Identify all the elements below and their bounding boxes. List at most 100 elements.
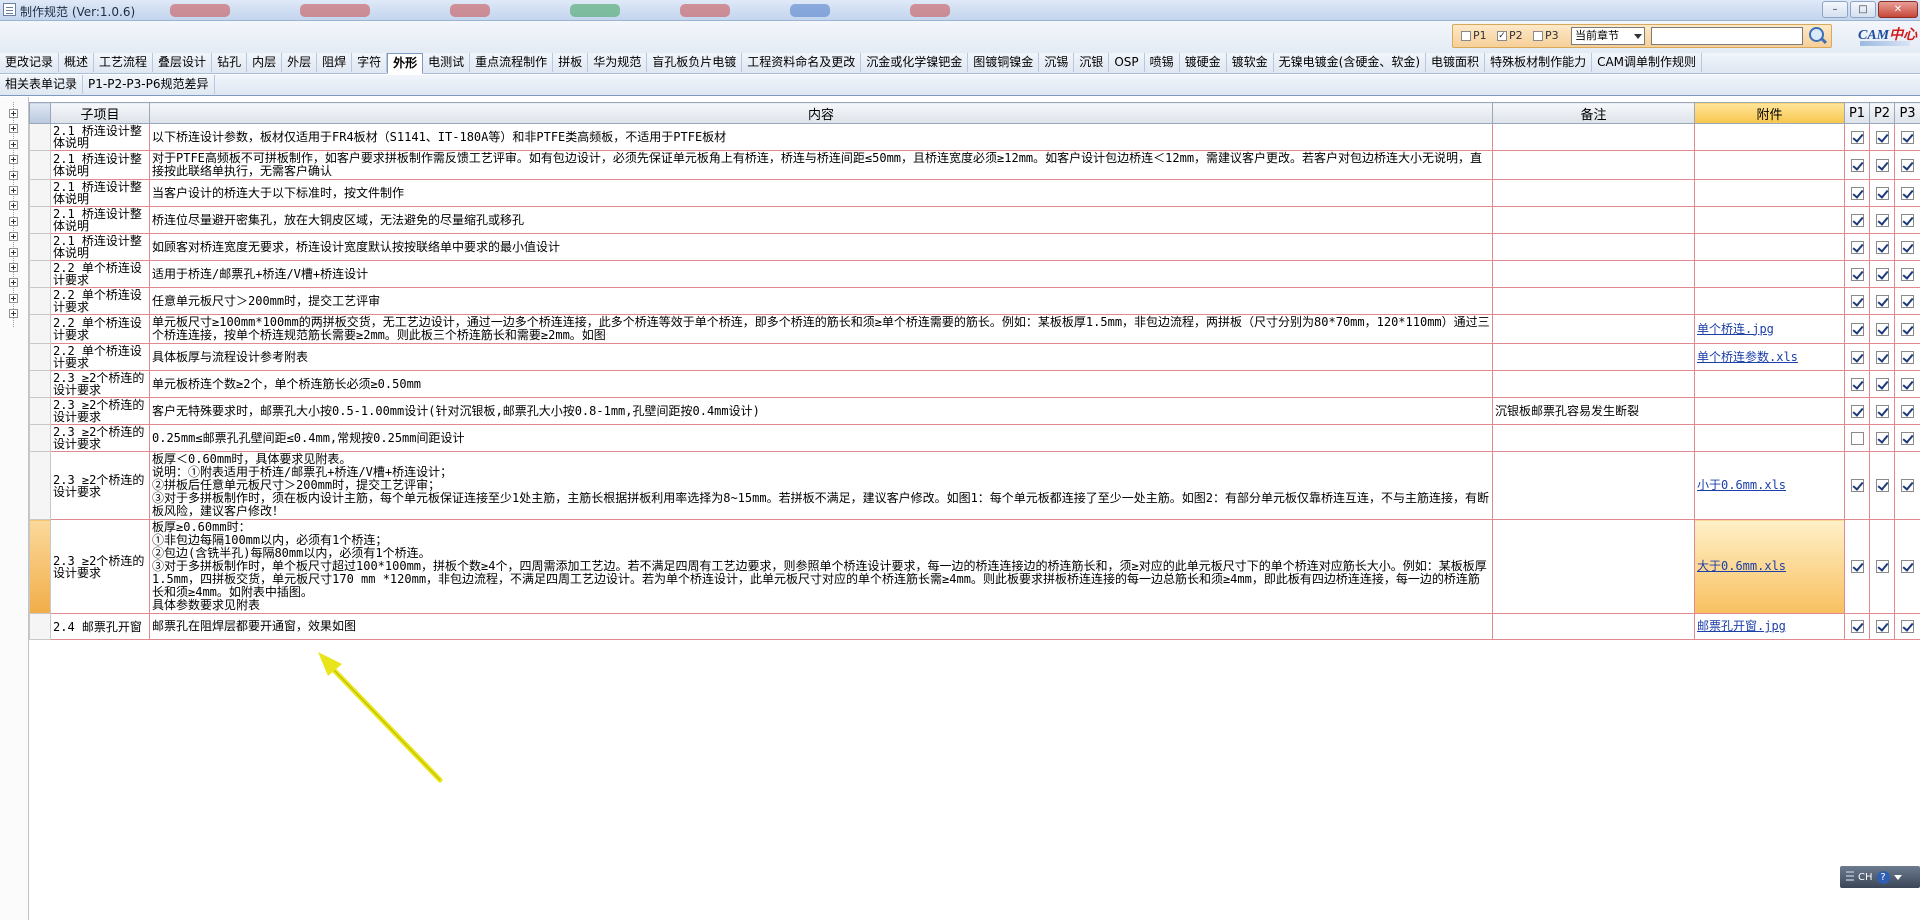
p3-checkbox[interactable] [1901,130,1914,144]
expand-icon[interactable] [9,293,18,303]
p1-checkbox[interactable] [1850,186,1864,200]
p1-filter[interactable]: P1 [1461,29,1487,42]
tab-1[interactable]: 概述 [59,53,95,72]
tab-5[interactable]: 内层 [247,53,283,72]
expand-icon[interactable] [9,186,18,195]
p3-checkbox[interactable] [1901,560,1914,573]
p3-checkbox[interactable] [1901,322,1914,336]
col-header-item[interactable]: 子项目 [50,102,150,124]
p3-checkbox[interactable] [1901,479,1914,492]
expand-icon[interactable] [9,278,18,288]
expand-icon[interactable] [9,247,18,257]
p3-checkbox[interactable] [1901,213,1914,227]
expand-icon[interactable] [9,309,18,319]
tab-7[interactable]: 阻焊 [317,53,353,72]
p3-checkbox[interactable] [1901,377,1914,391]
expand-icon[interactable] [9,201,18,211]
table-row[interactable]: 2.2 单个桥连设计要求 任意单元板尺寸＞200mm时，提交工艺评审 [29,287,1920,315]
tab-secondary-0[interactable]: 相关表单记录 [0,75,84,94]
p3-checkbox[interactable] [1901,186,1914,200]
col-header-content[interactable]: 内容 [149,102,1493,124]
cell-p2[interactable] [1869,613,1895,640]
p2-checkbox[interactable] [1875,377,1889,391]
tab-19[interactable]: 沉银 [1074,53,1110,72]
p2-checkbox[interactable] [1875,186,1889,200]
scope-select[interactable]: 当前章节 [1571,27,1645,45]
cell-p3[interactable] [1894,179,1920,207]
cell-p3[interactable] [1894,287,1920,315]
cell-attach[interactable]: 小于0.6mm.xls [1694,451,1845,520]
cell-attach[interactable]: 邮票孔开窗.jpg [1694,613,1845,640]
p2-checkbox[interactable] [1875,560,1889,573]
p2-checkbox[interactable] [1875,322,1889,336]
tab-22[interactable]: 镀硬金 [1180,53,1227,72]
expand-icon[interactable] [9,170,18,180]
p3-checkbox[interactable] [1901,404,1914,418]
cell-p2[interactable] [1869,451,1895,520]
cell-p3[interactable] [1894,206,1920,234]
cell-p3[interactable] [1894,519,1920,614]
cell-p1[interactable] [1844,287,1870,315]
table-row[interactable]: 2.2 单个桥连设计要求 具体板厚与流程设计参考附表 单个桥连参数.xls [29,343,1920,371]
cell-p2[interactable] [1869,424,1895,452]
row-selector[interactable] [29,397,51,425]
tab-27[interactable]: CAM调单制作规则 [1592,53,1703,72]
row-selector[interactable] [29,370,51,398]
cell-p2[interactable] [1869,370,1895,398]
expand-icon[interactable] [9,124,18,134]
tab-25[interactable]: 电镀面积 [1426,53,1486,72]
p2-filter[interactable]: ✓ P2 [1497,29,1523,42]
tab-17[interactable]: 图镀铜镍金 [968,53,1040,72]
tab-0[interactable]: 更改记录 [0,53,60,72]
tab-10[interactable]: 电测试 [423,53,471,72]
grip-icon[interactable] [1846,871,1854,883]
tab-16[interactable]: 沉金或化学镍钯金 [861,53,969,72]
cell-attach[interactable]: 大于0.6mm.xls [1694,519,1845,614]
p1-checkbox[interactable] [1850,294,1864,308]
p2-checkbox[interactable] [1875,240,1889,254]
cell-p1[interactable] [1844,519,1870,614]
cell-p3[interactable] [1894,424,1920,452]
expand-icon[interactable] [9,216,18,226]
p2-checkbox[interactable] [1875,350,1889,364]
table-row[interactable]: 2.1 桥连设计整体说明 对于PTFE高频板不可拼板制作，如客户要求拼板制作需反馈… [29,150,1920,180]
cell-p2[interactable] [1869,150,1895,180]
expand-icon[interactable] [9,263,18,272]
cell-p2[interactable] [1869,343,1895,371]
p2-checkbox[interactable] [1875,404,1889,418]
p2-checkbox[interactable] [1875,158,1889,172]
p3-checkbox[interactable] [1901,350,1914,364]
cell-p3[interactable] [1894,314,1920,344]
close-button[interactable]: ✕ [1878,1,1918,18]
cell-p3[interactable] [1894,123,1920,151]
cell-p1[interactable] [1844,179,1870,207]
expand-icon[interactable] [9,232,18,242]
cell-p2[interactable] [1869,397,1895,425]
table-row[interactable]: 2.1 桥连设计整体说明 桥连位尽量避开密集孔，放在大铜皮区域，无法避免的尽量缩孔… [29,206,1920,234]
table-row[interactable]: 2.3 ≥2个桥连的设计要求 客户无特殊要求时，邮票孔大小按0.5-1.00mm设… [29,397,1920,425]
cell-p2[interactable] [1869,233,1895,261]
row-selector[interactable] [29,424,51,452]
row-selector[interactable] [29,314,51,344]
table-row[interactable]: 2.2 单个桥连设计要求 单元板尺寸≥100mm*100mm的两拼板交货，无工艺边… [29,314,1920,344]
cell-p3[interactable] [1894,613,1920,640]
p2-checkbox[interactable] [1875,479,1889,492]
cell-attach[interactable]: 单个桥连参数.xls [1694,343,1845,371]
col-header-remark[interactable]: 备注 [1492,102,1695,124]
cell-p3[interactable] [1894,150,1920,180]
expand-icon[interactable] [9,139,18,149]
p3-filter[interactable]: P3 [1533,29,1559,42]
search-icon[interactable] [1807,26,1827,46]
tab-20[interactable]: OSP [1109,53,1145,72]
cell-p1[interactable] [1844,233,1870,261]
cell-p3[interactable] [1894,370,1920,398]
row-selector[interactable] [29,519,51,614]
p1-checkbox[interactable] [1850,431,1864,445]
cell-p2[interactable] [1869,519,1895,614]
cell-p1[interactable] [1844,314,1870,344]
row-selector[interactable] [29,343,51,371]
language-bar[interactable]: CH ? [1840,866,1920,888]
tab-15[interactable]: 工程资料命名及更改 [742,53,862,72]
chevron-down-icon[interactable] [1893,874,1902,880]
cell-p3[interactable] [1894,397,1920,425]
